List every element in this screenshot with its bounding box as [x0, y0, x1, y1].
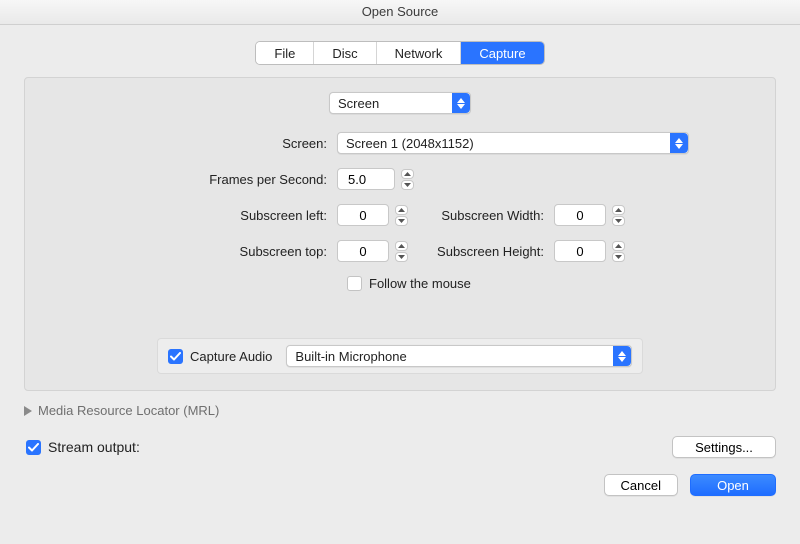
disclosure-triangle-icon — [24, 406, 32, 416]
subscreen-left-step-up[interactable] — [395, 205, 408, 215]
follow-mouse-row: Follow the mouse — [39, 276, 761, 291]
tab-disc[interactable]: Disc — [314, 42, 376, 64]
capture-form: Screen: Screen 1 (2048x1152) Frames per … — [39, 132, 761, 291]
subscreen-top-spinner — [337, 240, 408, 262]
subscreen-width-step-down[interactable] — [612, 216, 625, 226]
stream-output-label: Stream output: — [48, 439, 140, 455]
subscreen-height-step-up[interactable] — [612, 241, 625, 251]
fps-row: Frames per Second: — [39, 168, 761, 190]
capture-mode-popup[interactable]: Screen — [329, 92, 471, 114]
source-tabs-segment: File Disc Network Capture — [255, 41, 544, 65]
capture-audio-label: Capture Audio — [190, 349, 272, 364]
subscreen-top-step-down[interactable] — [395, 252, 408, 262]
window-title: Open Source — [362, 4, 439, 19]
subscreen-width-stepper — [612, 205, 625, 226]
updown-arrows-icon — [670, 133, 688, 153]
subscreen-width-label: Subscreen Width: — [408, 208, 554, 223]
fps-step-down[interactable] — [401, 180, 414, 190]
mrl-disclosure[interactable]: Media Resource Locator (MRL) — [24, 403, 776, 418]
checkbox-box-icon — [347, 276, 362, 291]
content-area: File Disc Network Capture Screen Screen: — [0, 25, 800, 496]
subscreen-height-step-down[interactable] — [612, 252, 625, 262]
stream-output-row: Stream output: Settings... — [24, 436, 776, 458]
screen-select[interactable]: Screen 1 (2048x1152) — [337, 132, 689, 154]
checkbox-box-icon — [26, 440, 41, 455]
updown-arrows-icon — [613, 346, 631, 366]
follow-mouse-label: Follow the mouse — [369, 276, 471, 291]
subscreen-width-spinner — [554, 204, 625, 226]
screen-label: Screen: — [39, 136, 337, 151]
subscreen-height-group: Subscreen Height: — [408, 240, 625, 262]
window-titlebar: Open Source — [0, 0, 800, 25]
subscreen-left-width-row: Subscreen left: Subscreen Width: — [39, 204, 761, 226]
subscreen-height-label: Subscreen Height: — [408, 244, 554, 259]
fps-stepper — [401, 169, 414, 190]
capture-audio-checkbox[interactable]: Capture Audio — [168, 349, 272, 364]
subscreen-height-spinner — [554, 240, 625, 262]
mrl-label: Media Resource Locator (MRL) — [38, 403, 219, 418]
capture-mode-row: Screen — [39, 92, 761, 114]
subscreen-width-step-up[interactable] — [612, 205, 625, 215]
cancel-button[interactable]: Cancel — [604, 474, 678, 496]
subscreen-left-stepper — [395, 205, 408, 226]
subscreen-width-input[interactable] — [554, 204, 606, 226]
screen-row: Screen: Screen 1 (2048x1152) — [39, 132, 761, 154]
fps-step-up[interactable] — [401, 169, 414, 179]
tab-file[interactable]: File — [256, 42, 314, 64]
subscreen-top-stepper — [395, 241, 408, 262]
fps-input[interactable] — [337, 168, 395, 190]
source-tabs: File Disc Network Capture — [24, 41, 776, 65]
subscreen-left-label: Subscreen left: — [39, 208, 337, 223]
audio-device-value: Built-in Microphone — [287, 349, 613, 364]
tab-network[interactable]: Network — [377, 42, 462, 64]
subscreen-left-spinner — [337, 204, 408, 226]
capture-audio-bar: Capture Audio Built-in Microphone — [157, 338, 643, 374]
dialog-buttons: Cancel Open — [24, 474, 776, 496]
subscreen-top-height-row: Subscreen top: Subscreen Height: — [39, 240, 761, 262]
subscreen-left-step-down[interactable] — [395, 216, 408, 226]
settings-button[interactable]: Settings... — [672, 436, 776, 458]
screen-select-value: Screen 1 (2048x1152) — [338, 136, 670, 151]
subscreen-width-group: Subscreen Width: — [408, 204, 625, 226]
subscreen-height-input[interactable] — [554, 240, 606, 262]
subscreen-top-input[interactable] — [337, 240, 389, 262]
stream-output-checkbox[interactable]: Stream output: — [26, 439, 140, 455]
stream-output-left: Stream output: — [24, 439, 140, 455]
subscreen-top-step-up[interactable] — [395, 241, 408, 251]
subscreen-top-label: Subscreen top: — [39, 244, 337, 259]
tab-capture[interactable]: Capture — [461, 42, 543, 64]
capture-mode-value: Screen — [330, 96, 452, 111]
capture-panel: Screen Screen: Screen 1 (2048x1152) — [24, 77, 776, 391]
open-button[interactable]: Open — [690, 474, 776, 496]
checkbox-box-icon — [168, 349, 183, 364]
subscreen-left-input[interactable] — [337, 204, 389, 226]
follow-mouse-checkbox[interactable]: Follow the mouse — [347, 276, 471, 291]
fps-label: Frames per Second: — [39, 172, 337, 187]
fps-spinner — [337, 168, 414, 190]
updown-arrows-icon — [452, 93, 470, 113]
audio-device-popup[interactable]: Built-in Microphone — [286, 345, 632, 367]
subscreen-height-stepper — [612, 241, 625, 262]
